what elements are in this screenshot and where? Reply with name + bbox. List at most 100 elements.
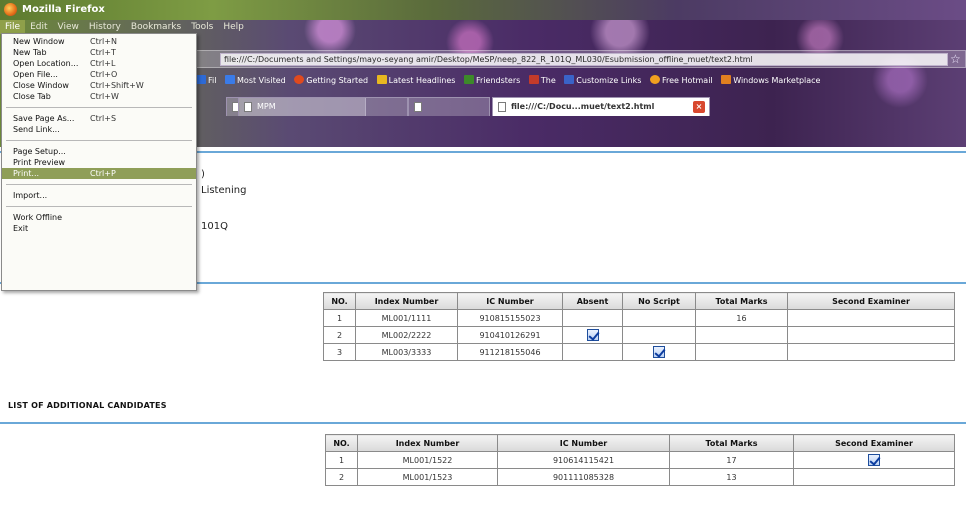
menu-item-close-window[interactable]: Close Window Ctrl+Shift+W	[2, 80, 196, 91]
index-number: ML001/1522	[357, 451, 498, 469]
firefox-icon	[294, 75, 305, 84]
menubar: File Edit View History Bookmarks Tools Help	[0, 20, 300, 34]
window-title: Mozilla Firefox	[22, 4, 105, 15]
table-row: 1 ML001/1522 910614115421 17	[325, 451, 955, 469]
info-text: )	[201, 169, 205, 180]
table-row: 2 ML001/1523 901111085328 13	[325, 468, 955, 486]
tab-strip: MPM file:///C:/Docu...muet/text2.html ×	[196, 97, 966, 116]
row-number: 1	[325, 451, 358, 469]
ic-number: 901111085328	[497, 468, 670, 486]
second-examiner-cell	[787, 326, 955, 344]
menu-item-open-file[interactable]: Open File... Ctrl+O	[2, 69, 196, 80]
absent-cell	[562, 326, 623, 344]
absent-cell	[562, 343, 623, 361]
menu-bookmarks[interactable]: Bookmarks	[126, 20, 186, 34]
second-examiner-checkbox[interactable]	[868, 454, 880, 466]
divider	[0, 422, 966, 424]
window-titlebar: Mozilla Firefox	[0, 0, 966, 20]
absent-checkbox[interactable]	[586, 329, 599, 341]
row-number: 2	[325, 468, 358, 486]
additional-candidates-table: NO. Index Number IC Number Total Marks S…	[325, 434, 955, 486]
row-number: 2	[323, 326, 356, 344]
table-row: 2 ML002/2222 910410126291	[323, 326, 955, 344]
info-text: 101Q	[201, 221, 228, 232]
column-header: IC Number	[457, 292, 563, 310]
column-header: Absent	[562, 292, 623, 310]
table-row: 1 ML001/1111 910815155023 16	[323, 309, 955, 327]
bookmark-folder-icon	[225, 75, 236, 84]
friendster-icon	[464, 75, 475, 84]
menu-separator	[6, 140, 192, 141]
table-row: 3 ML003/3333 911218155046	[323, 343, 955, 361]
bookmark-item[interactable]: Friendsters	[464, 73, 520, 89]
rss-icon	[376, 75, 387, 84]
tab-active[interactable]: file:///C:/Docu...muet/text2.html ×	[492, 97, 710, 116]
menu-item-open-location[interactable]: Open Location... Ctrl+L	[2, 58, 196, 69]
menu-separator	[6, 184, 192, 185]
page-icon	[498, 102, 506, 112]
menu-tools[interactable]: Tools	[186, 20, 218, 34]
bookmark-item[interactable]: Windows Marketplace	[721, 73, 820, 89]
index-number: ML003/3333	[355, 343, 458, 361]
menu-item-work-offline[interactable]: Work Offline	[2, 212, 196, 223]
bookmark-item[interactable]: Fil	[196, 73, 216, 89]
menu-item-print-preview[interactable]: Print Preview	[2, 157, 196, 168]
menu-item-new-window[interactable]: New Window Ctrl+N	[2, 36, 196, 47]
menu-separator	[6, 107, 192, 108]
bookmarks-toolbar: Fil Most Visited Getting Started Latest …	[196, 73, 966, 89]
tab[interactable]	[408, 97, 490, 116]
menu-item-save-page-as[interactable]: Save Page As... Ctrl+S	[2, 113, 196, 124]
menu-item-page-setup[interactable]: Page Setup...	[2, 146, 196, 157]
column-header: NO.	[323, 292, 356, 310]
menu-edit[interactable]: Edit	[25, 20, 52, 34]
menu-item-new-tab[interactable]: New Tab Ctrl+T	[2, 47, 196, 58]
second-examiner-cell	[793, 451, 955, 469]
ic-number: 910614115421	[497, 451, 670, 469]
no-script-checkbox[interactable]	[653, 346, 665, 358]
msn-icon	[649, 75, 660, 84]
file-menu-dropdown: New Window Ctrl+N New Tab Ctrl+T Open Loca…	[1, 33, 197, 291]
bookmark-item[interactable]: Latest Headlines	[376, 73, 455, 89]
windows-icon	[721, 75, 732, 84]
column-header: Total Marks	[695, 292, 788, 310]
menu-item-import[interactable]: Import...	[2, 190, 196, 201]
no-script-cell	[622, 326, 696, 344]
bookmark-item[interactable]: The	[528, 73, 556, 89]
tab-mpm[interactable]: MPM	[238, 97, 408, 116]
firefox-icon	[4, 3, 17, 16]
page-icon	[414, 102, 422, 112]
second-examiner-cell	[793, 468, 955, 486]
ic-number: 911218155046	[457, 343, 563, 361]
total-marks: 17	[669, 451, 794, 469]
page-icon	[244, 102, 252, 112]
no-script-cell	[622, 343, 696, 361]
index-number: ML001/1111	[355, 309, 458, 327]
menu-help[interactable]: Help	[218, 20, 249, 34]
bookmark-item[interactable]: Most Visited	[225, 73, 286, 89]
row-number: 1	[323, 309, 356, 327]
menu-view[interactable]: View	[53, 20, 84, 34]
index-number: ML001/1523	[357, 468, 498, 486]
menu-item-close-tab[interactable]: Close Tab Ctrl+W	[2, 91, 196, 102]
second-examiner-cell	[787, 309, 955, 327]
menu-file[interactable]: File	[0, 20, 26, 34]
ic-number: 910410126291	[457, 326, 563, 344]
bookmark-item[interactable]: Customize Links	[564, 73, 641, 89]
bookmark-star-icon[interactable]: ☆	[950, 52, 961, 66]
index-number: ML002/2222	[355, 326, 458, 344]
close-tab-icon[interactable]: ×	[693, 101, 705, 113]
column-header: IC Number	[497, 434, 670, 452]
menu-item-print[interactable]: Print... Ctrl+P	[2, 168, 196, 179]
menu-history[interactable]: History	[84, 20, 126, 34]
url-bar[interactable]: file:///C:/Documents and Settings/mayo-s…	[220, 53, 948, 66]
bookmark-item[interactable]: Free Hotmail	[649, 73, 713, 89]
total-marks: 16	[695, 309, 788, 327]
menu-item-send-link[interactable]: Send Link...	[2, 124, 196, 135]
additional-candidates-title: LIST OF ADDITIONAL CANDIDATES	[8, 401, 167, 410]
menu-item-exit[interactable]: Exit	[2, 223, 196, 234]
bookmark-item[interactable]: Getting Started	[294, 73, 368, 89]
total-marks	[695, 343, 788, 361]
column-header: Index Number	[357, 434, 498, 452]
page-icon	[528, 75, 539, 84]
menu-separator	[6, 206, 192, 207]
